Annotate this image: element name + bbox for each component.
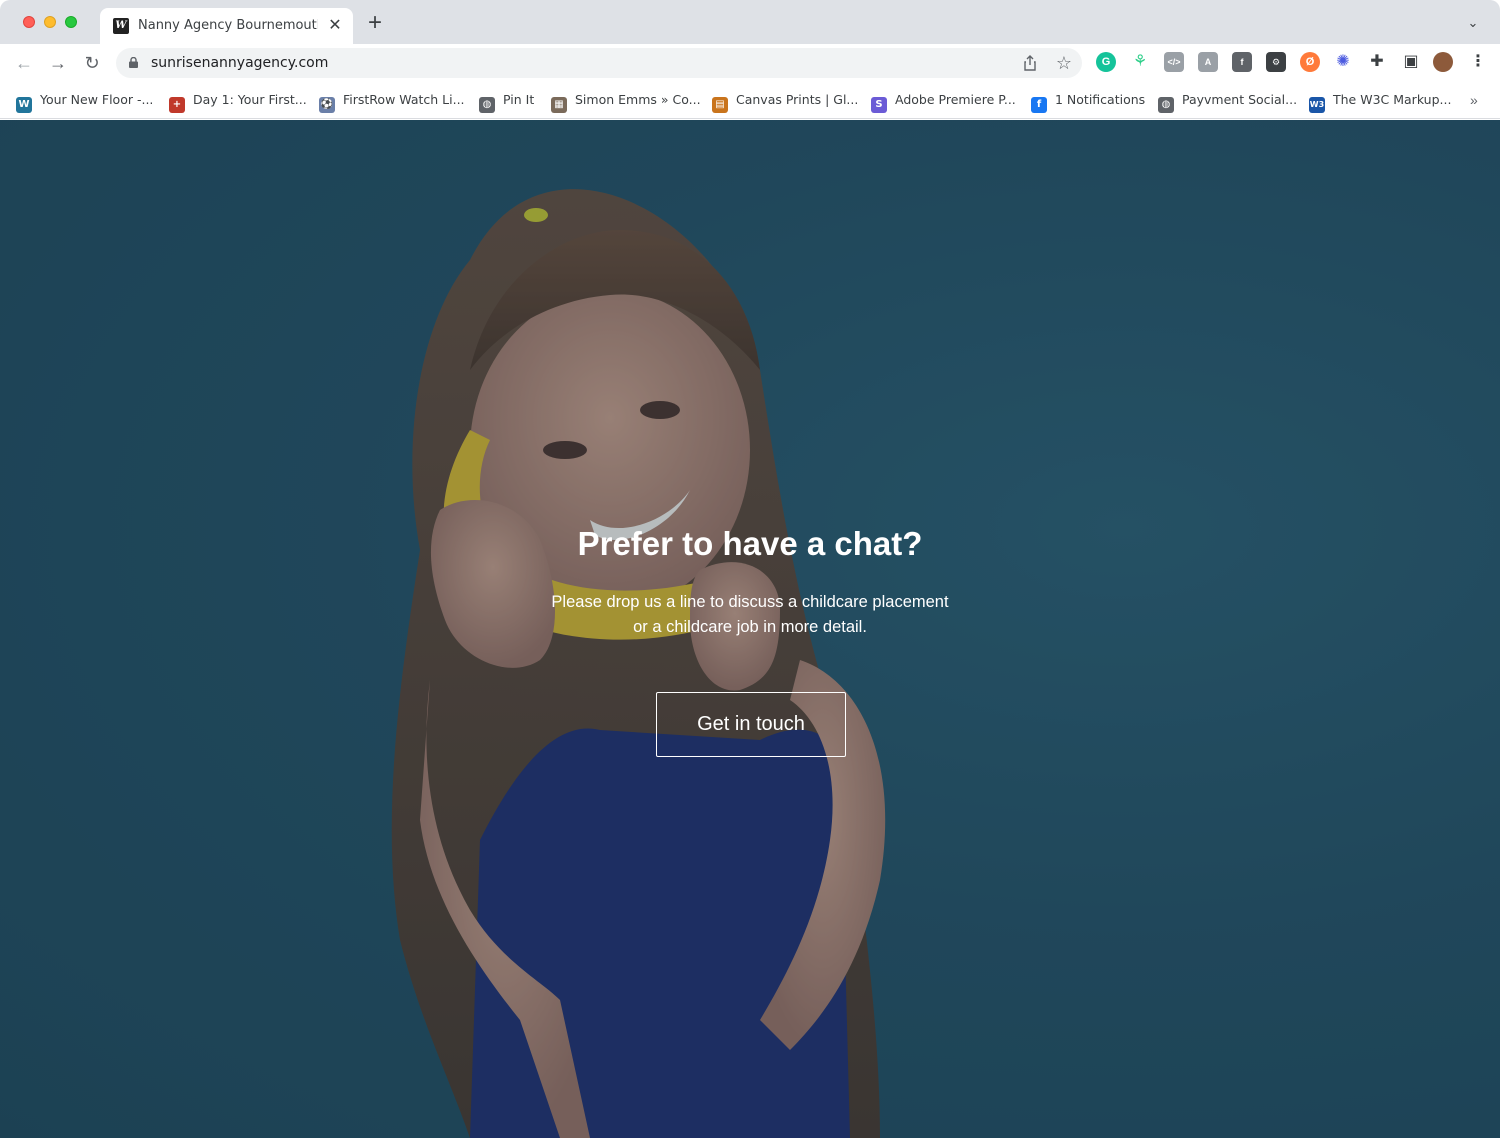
minimize-window-button[interactable] bbox=[44, 16, 56, 28]
more-bookmarks-icon[interactable]: » bbox=[1470, 90, 1478, 110]
font-extension-icon[interactable]: A bbox=[1198, 52, 1218, 72]
bookmark-label: Pin It bbox=[503, 92, 535, 107]
menu-icon[interactable]: ⋮ bbox=[1468, 52, 1488, 72]
bookmark-label: Canvas Prints | Gl... bbox=[736, 92, 859, 107]
code-extension-icon[interactable]: </> bbox=[1164, 52, 1184, 72]
bookmark-label: Simon Emms » Co... bbox=[575, 92, 701, 107]
bookmark-star-icon[interactable]: ☆ bbox=[1054, 53, 1074, 73]
hero-description: Please drop us a line to discuss a child… bbox=[530, 590, 970, 640]
close-window-button[interactable] bbox=[23, 16, 35, 28]
facebook-extension-icon[interactable]: f bbox=[1232, 52, 1252, 72]
bookmark-favicon-icon: ▤ bbox=[712, 97, 728, 113]
profile-avatar[interactable] bbox=[1433, 52, 1453, 72]
site-favicon-icon: W bbox=[113, 18, 129, 34]
hubspot-extension-icon[interactable]: ⚙ bbox=[1266, 52, 1286, 72]
bookmark-item[interactable]: W3 The W3C Markup... bbox=[1309, 90, 1452, 113]
bookmark-favicon-icon: f bbox=[1031, 97, 1047, 113]
bookmarks-bar: W Your New Floor -... + Day 1: Your First..… bbox=[0, 82, 1500, 119]
bookmark-label: Day 1: Your First... bbox=[193, 92, 307, 107]
close-tab-icon[interactable]: ✕ bbox=[326, 17, 344, 35]
bookmark-label: The W3C Markup... bbox=[1333, 92, 1452, 107]
tab-search-chevron-icon[interactable]: ⌄ bbox=[1466, 16, 1480, 30]
zoom-window-button[interactable] bbox=[65, 16, 77, 28]
puzzle-icon[interactable]: ✚ bbox=[1367, 52, 1387, 72]
bookmark-item[interactable]: ⚽ FirstRow Watch Li... bbox=[319, 90, 465, 113]
leaf-extension-icon[interactable]: ⚘ bbox=[1130, 52, 1150, 72]
bookmark-favicon-icon: ⚽ bbox=[319, 97, 335, 113]
bookmark-item[interactable]: ◍ Payvment Social... bbox=[1158, 90, 1298, 113]
share-icon[interactable] bbox=[1022, 55, 1038, 71]
bookmark-item[interactable]: f 1 Notifications bbox=[1031, 90, 1146, 113]
bookmark-favicon-icon: S bbox=[871, 97, 887, 113]
tab-title: Nanny Agency Bournemouth | S bbox=[138, 18, 318, 33]
bookmark-favicon-icon: + bbox=[169, 97, 185, 113]
bookmark-label: Your New Floor -... bbox=[40, 92, 154, 107]
bookmark-favicon-icon: ◍ bbox=[479, 97, 495, 113]
bookmark-item[interactable]: + Day 1: Your First... bbox=[169, 90, 307, 113]
reload-button[interactable]: ↻ bbox=[81, 52, 103, 74]
back-button[interactable]: ← bbox=[13, 52, 35, 74]
get-in-touch-button[interactable]: Get in touch bbox=[656, 692, 846, 757]
bookmark-item[interactable]: ▦ Simon Emms » Co... bbox=[551, 90, 701, 113]
active-tab[interactable]: W Nanny Agency Bournemouth | S ✕ bbox=[100, 8, 353, 44]
bookmark-item[interactable]: W Your New Floor -... bbox=[16, 90, 154, 113]
grammarly-icon[interactable]: G bbox=[1096, 52, 1116, 72]
bookmark-favicon-icon: W bbox=[16, 97, 32, 113]
url-text[interactable]: sunrisenannyagency.com bbox=[151, 55, 328, 71]
bookmark-item[interactable]: S Adobe Premiere P... bbox=[871, 90, 1016, 113]
bookmark-favicon-icon: W3 bbox=[1309, 97, 1325, 113]
bookmark-label: FirstRow Watch Li... bbox=[343, 92, 465, 107]
address-bar[interactable]: sunrisenannyagency.com ☆ bbox=[116, 48, 1082, 78]
lock-icon bbox=[129, 57, 138, 68]
browser-window: W Nanny Agency Bournemouth | S ✕ + ⌄ ← →… bbox=[0, 0, 1500, 1138]
bookmark-favicon-icon: ▦ bbox=[551, 97, 567, 113]
side-panel-icon[interactable]: ▣ bbox=[1401, 52, 1421, 72]
orange-extension-icon[interactable]: Ø bbox=[1300, 52, 1320, 72]
bookmark-item[interactable]: ▤ Canvas Prints | Gl... bbox=[712, 90, 859, 113]
forward-button[interactable]: → bbox=[47, 52, 69, 74]
bookmark-item[interactable]: ◍ Pin It bbox=[479, 90, 535, 113]
bookmark-favicon-icon: ◍ bbox=[1158, 97, 1174, 113]
bookmark-label: Payvment Social... bbox=[1182, 92, 1298, 107]
tab-strip: W Nanny Agency Bournemouth | S ✕ + ⌄ bbox=[0, 0, 1500, 44]
hero-title: Prefer to have a chat? bbox=[577, 525, 923, 562]
hero-description-line2: or a childcare job in more detail. bbox=[633, 618, 867, 636]
new-tab-button[interactable]: + bbox=[364, 11, 386, 35]
bookmark-label: 1 Notifications bbox=[1055, 92, 1146, 107]
bookmark-label: Adobe Premiere P... bbox=[895, 92, 1016, 107]
sparkle-extension-icon[interactable]: ✺ bbox=[1333, 52, 1353, 72]
hero-description-line1: Please drop us a line to discuss a child… bbox=[551, 593, 949, 611]
hero-section: Prefer to have a chat? Please drop us a … bbox=[0, 120, 1500, 1138]
